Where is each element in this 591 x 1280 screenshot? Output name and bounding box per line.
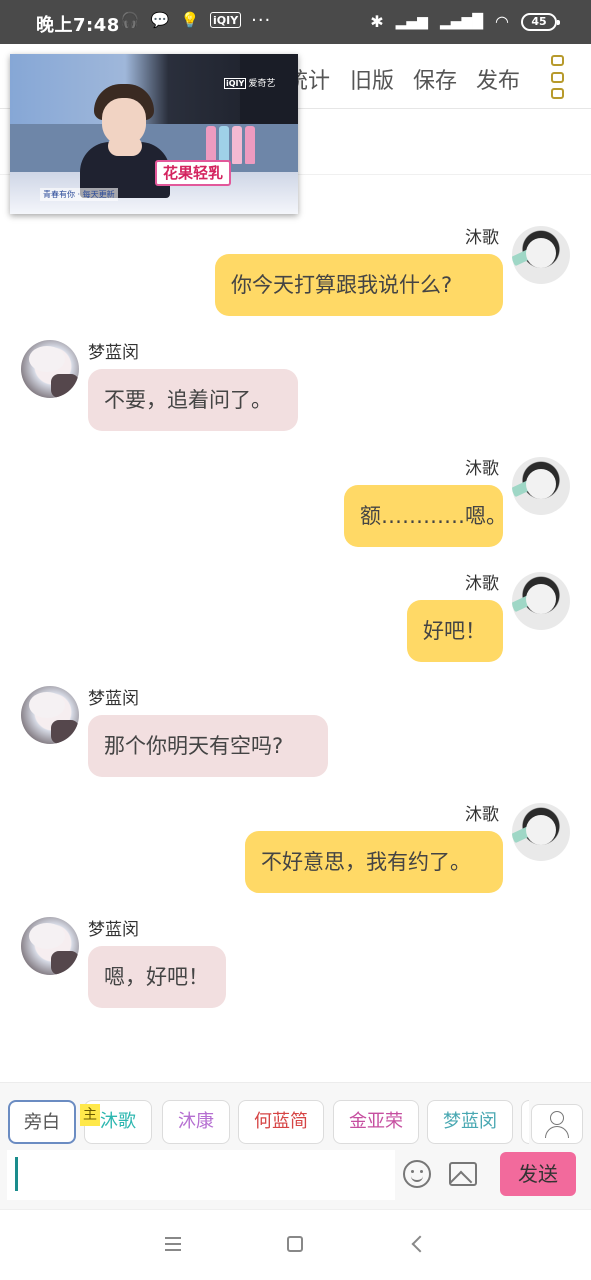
message-bubble[interactable]: 嗯，好吧！ <box>88 946 226 1008</box>
message-bubble[interactable]: 不要，追着问了。 <box>88 369 298 431</box>
more-dots-icon: ··· <box>251 9 272 31</box>
chip-character[interactable]: 金亚荣 <box>333 1100 419 1144</box>
video-logo: iQIY 爱奇艺 <box>224 78 276 89</box>
avatar[interactable] <box>21 340 79 398</box>
avatar[interactable] <box>512 572 570 630</box>
battery-icon: 45 <box>521 12 560 31</box>
floating-video[interactable]: 花果轻乳 iQIY 爱奇艺 青春有你 · 每天更新 <box>10 54 298 214</box>
main-character-badge: 主 <box>80 1104 100 1126</box>
nav-menu-icon[interactable] <box>165 1237 181 1251</box>
video-bottles <box>206 126 255 164</box>
sender-name: 梦蓝闵 <box>88 920 139 940</box>
old-version-button[interactable]: 旧版 <box>350 63 394 95</box>
sender-name: 沐歌 <box>465 805 499 825</box>
sender-name: 沐歌 <box>465 459 499 479</box>
publish-button[interactable]: 发布 <box>476 63 520 95</box>
status-left-icons: 🎧 💬 💡 iQIY ··· <box>120 9 272 31</box>
nav-home-icon[interactable] <box>287 1236 303 1252</box>
status-bar: 晚上7:48 🎧 💬 💡 iQIY ··· ✱ ▂▄▆ ▂▄▆█ ◠ 45 <box>0 0 591 44</box>
bulb-icon: 💡 <box>180 11 200 29</box>
send-button[interactable]: 发送 <box>500 1152 576 1196</box>
status-time: 晚上7:48 <box>36 15 120 36</box>
wechat-icon: 💬 <box>150 11 170 29</box>
video-sign: 花果轻乳 <box>155 160 231 186</box>
avatar[interactable] <box>21 917 79 975</box>
text-cursor <box>15 1157 18 1191</box>
sender-name: 梦蓝闵 <box>88 689 139 709</box>
message-bubble[interactable]: 那个你明天有空吗? <box>88 715 328 777</box>
video-ticker: 青春有你 · 每天更新 <box>40 188 118 201</box>
image-icon[interactable] <box>449 1162 477 1186</box>
chip-character[interactable]: 何蓝简 <box>238 1100 324 1144</box>
sender-name: 沐歌 <box>465 574 499 594</box>
emoji-icon[interactable] <box>403 1160 431 1188</box>
sender-name: 梦蓝闵 <box>88 343 139 363</box>
message-input[interactable] <box>7 1150 395 1200</box>
avatar[interactable] <box>512 803 570 861</box>
iqiyi-icon: iQIY <box>210 12 242 28</box>
avatar[interactable] <box>512 226 570 284</box>
chip-character[interactable]: 梦蓝闵 <box>427 1100 513 1144</box>
status-right-icons: ✱ ▂▄▆ ▂▄▆█ ◠ 45 <box>370 12 560 31</box>
signal-icon: ▂▄▆ <box>395 13 428 30</box>
avatar[interactable] <box>21 686 79 744</box>
menu-icon[interactable] <box>551 55 565 99</box>
message-bubble[interactable]: 额…………嗯。 <box>344 485 507 547</box>
sender-name: 沐歌 <box>465 228 499 248</box>
person-icon[interactable] <box>531 1104 583 1144</box>
headphones-icon: 🎧 <box>120 11 140 29</box>
message-bubble[interactable]: 不好意思，我有约了。 <box>245 831 503 893</box>
chip-overflow <box>521 1100 529 1144</box>
message-bubble[interactable]: 你今天打算跟我说什么? <box>215 254 503 316</box>
signal-icon: ▂▄▆█ <box>439 13 484 30</box>
avatar[interactable] <box>512 457 570 515</box>
wifi-icon: ◠ <box>495 12 509 31</box>
save-button[interactable]: 保存 <box>413 63 457 95</box>
chip-narration[interactable]: 旁白 <box>8 1100 76 1144</box>
bluetooth-icon: ✱ <box>370 12 384 31</box>
chip-character[interactable]: 沐康 <box>162 1100 230 1144</box>
message-bubble[interactable]: 好吧！ <box>407 600 503 662</box>
